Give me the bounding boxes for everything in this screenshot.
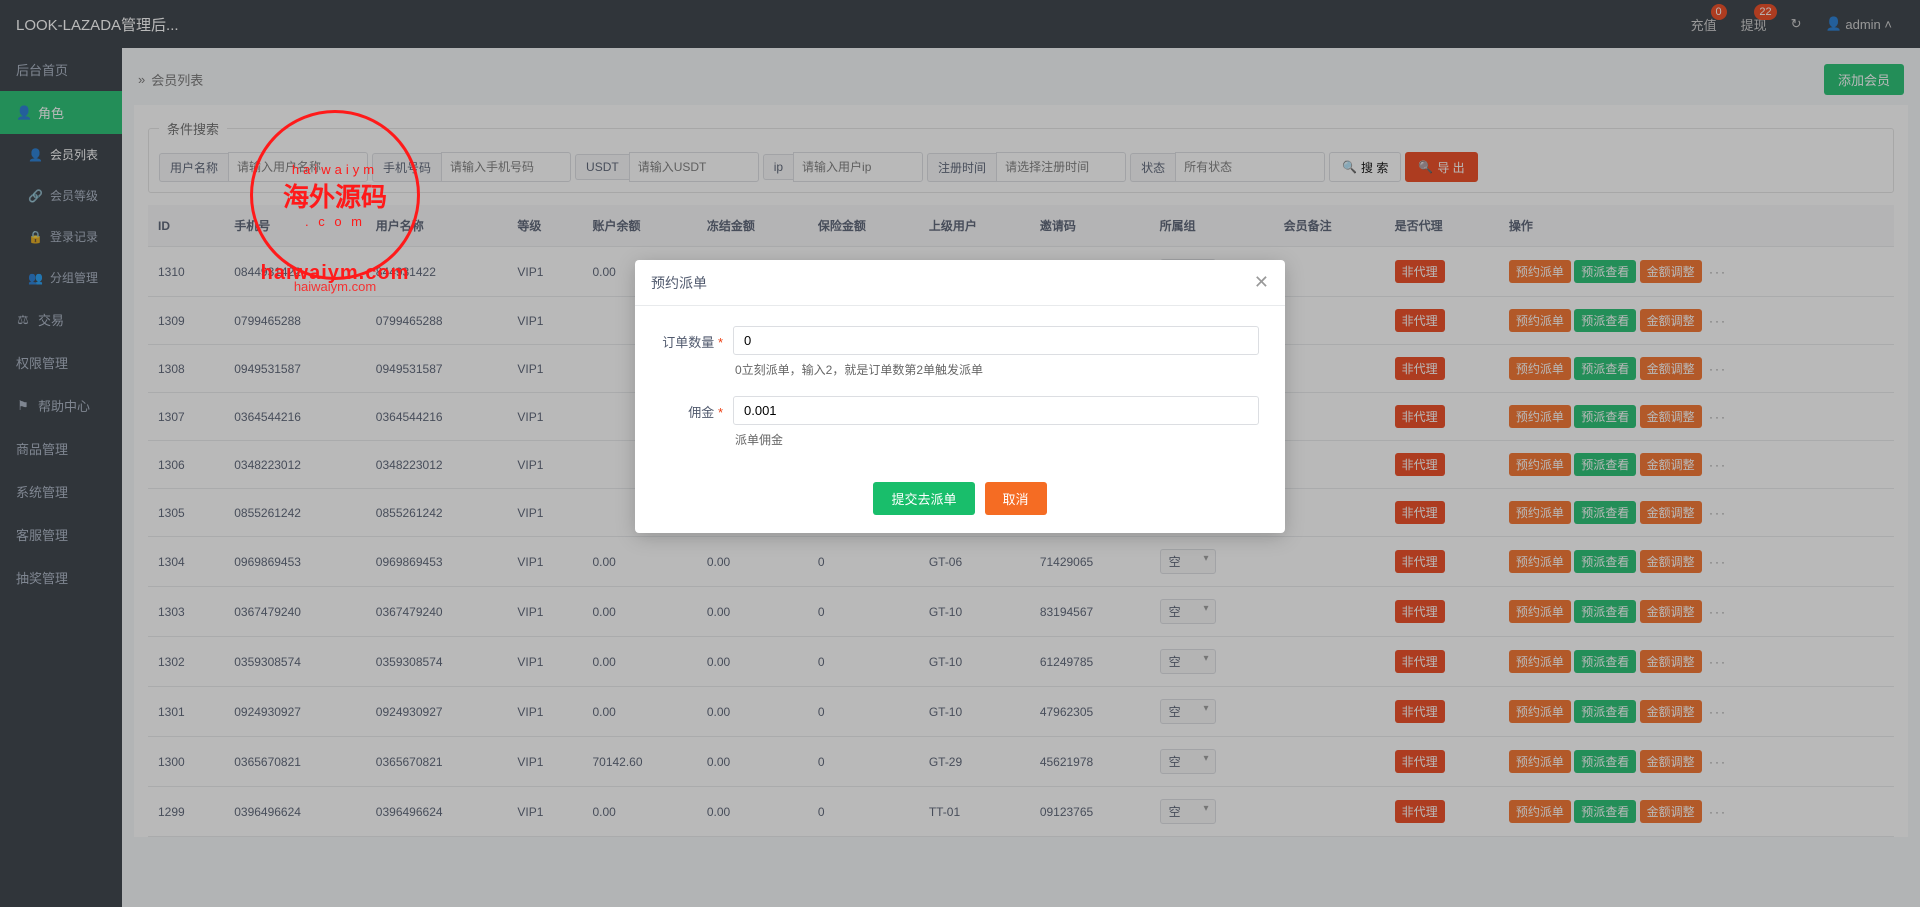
modal-overlay[interactable]: 预约派单 ✕ 订单数量 * 0立刻派单，输入2，就是订单数第2单触发派单 佣金 … xyxy=(0,0,1920,907)
qty-input[interactable] xyxy=(733,326,1259,355)
qty-label: 订单数量 xyxy=(662,335,714,350)
close-icon[interactable]: ✕ xyxy=(1254,272,1269,293)
fee-label: 佣金 xyxy=(688,405,714,420)
cancel-button[interactable]: 取消 xyxy=(985,482,1047,515)
submit-button[interactable]: 提交去派单 xyxy=(873,482,974,515)
qty-hint: 0立刻派单，输入2，就是订单数第2单触发派单 xyxy=(733,355,1259,390)
dispatch-modal: 预约派单 ✕ 订单数量 * 0立刻派单，输入2，就是订单数第2单触发派单 佣金 … xyxy=(635,260,1285,533)
fee-hint: 派单佣金 xyxy=(733,425,1259,460)
modal-title: 预约派单 xyxy=(651,273,707,293)
fee-input[interactable] xyxy=(733,396,1259,425)
